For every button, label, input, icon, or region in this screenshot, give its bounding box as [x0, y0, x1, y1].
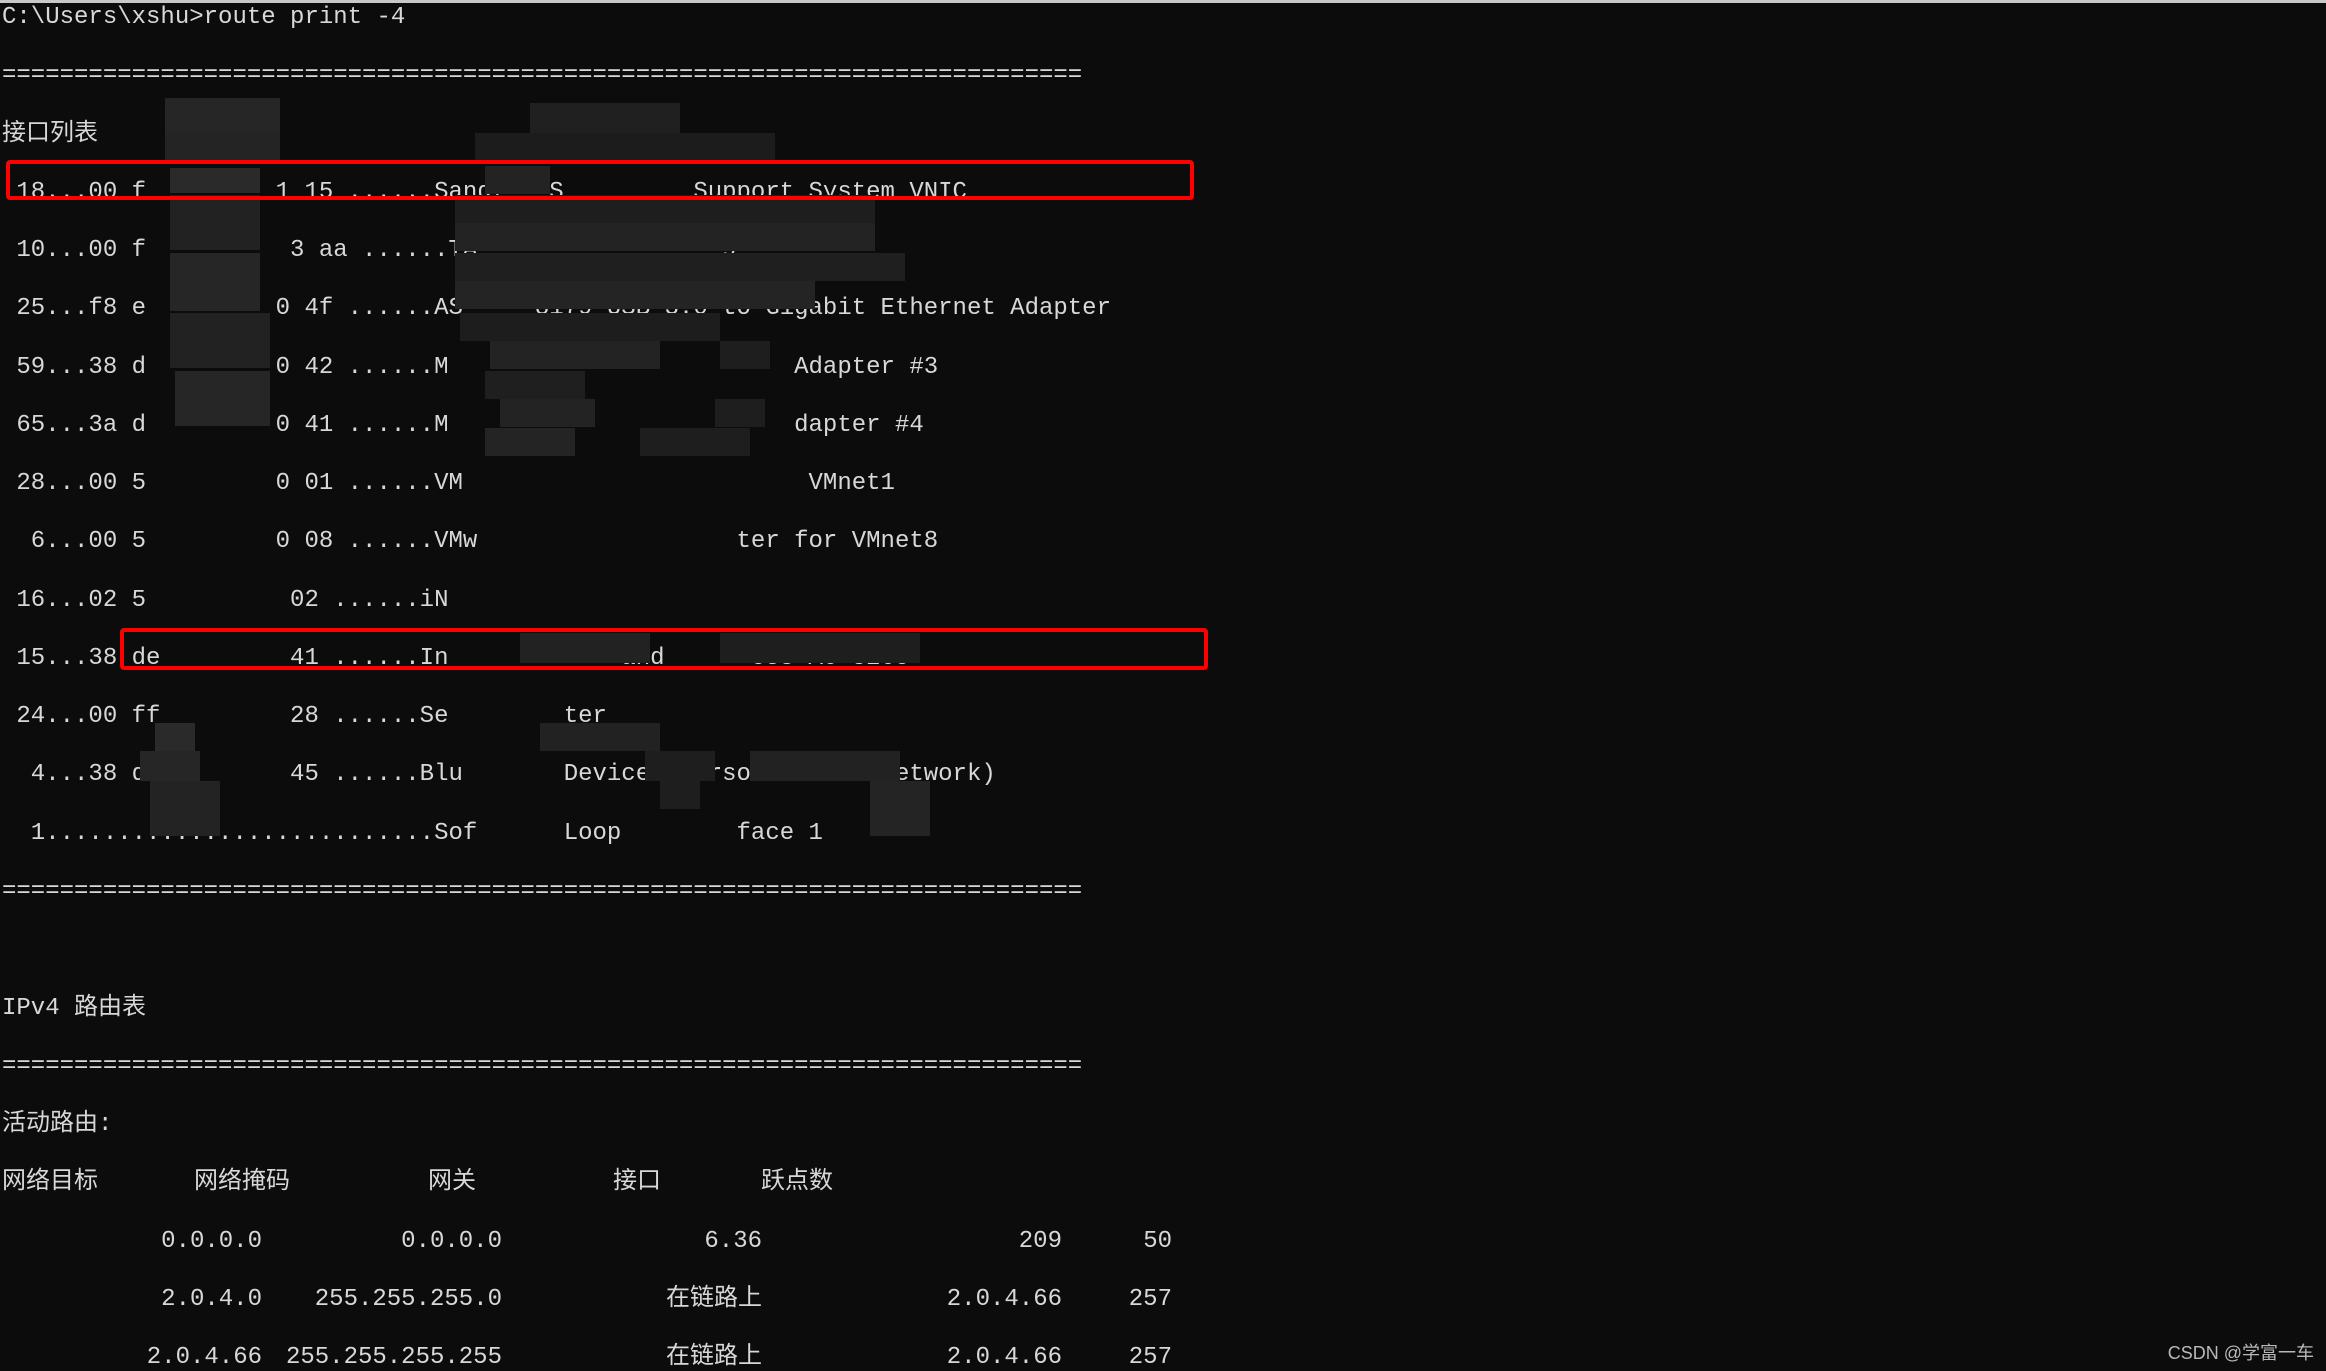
header-iface: 接口	[552, 1168, 722, 1197]
blank-line	[2, 935, 2326, 964]
obfuscation-block	[150, 781, 220, 836]
obfuscation-block	[175, 371, 270, 426]
route-row: 0.0.0.00.0.0.06.3620950	[2, 1227, 2326, 1256]
obfuscation-block	[540, 723, 660, 751]
obfuscation-block	[165, 133, 280, 163]
route-row: 2.0.4.66255.255.255.255在链路上2.0.4.66257	[2, 1343, 2326, 1371]
separator: ========================================…	[2, 877, 2326, 906]
interface-list-header: 接口列表	[2, 120, 2326, 149]
obfuscation-block	[155, 723, 195, 751]
obfuscation-block	[530, 103, 680, 133]
obfuscation-block	[500, 399, 595, 427]
header-mask: 网络掩码	[132, 1168, 352, 1197]
obfuscation-block	[140, 751, 200, 781]
header-dest: 网络目标	[2, 1168, 132, 1197]
header-metric: 跃点数	[722, 1168, 872, 1197]
ipv4-title: IPv4 路由表	[2, 994, 2326, 1023]
interface-row: 6...00 5 0 08 ......VMw ter for VMnet8	[2, 527, 2326, 556]
obfuscation-block	[460, 313, 720, 341]
terminal-window[interactable]: C:\Users\xshu>route print -4 ===========…	[0, 0, 2326, 1371]
interface-row: 24...00 ff 28 ......Se ter	[2, 702, 2326, 731]
obfuscation-block	[455, 223, 875, 251]
interface-row: 1...........................Sof Loop fac…	[2, 819, 2326, 848]
obfuscation-block	[455, 281, 815, 309]
route-header: 网络目标网络掩码网关接口跃点数	[2, 1168, 2326, 1197]
obfuscation-block	[645, 751, 715, 781]
separator: ========================================…	[2, 61, 2326, 90]
interface-row: 25...f8 e 0 4f ......AS 8179 USB 3.0 to …	[2, 294, 2326, 323]
obfuscation-block	[750, 751, 900, 781]
interface-row: 59...38 d 0 42 ......M Adapter #3	[2, 353, 2326, 382]
separator: ========================================…	[2, 1052, 2326, 1081]
interface-row: 65...3a d 0 41 ......M dapter #4	[2, 411, 2326, 440]
obfuscation-block	[720, 341, 770, 369]
prompt-line: C:\Users\xshu>route print -4	[2, 3, 2326, 32]
active-routes-label: 活动路由:	[2, 1110, 2326, 1139]
interface-row: 16...02 5 02 ......iN	[2, 586, 2326, 615]
obfuscation-block	[170, 253, 260, 311]
obfuscation-block	[870, 781, 930, 836]
interface-row: 4...38 de a 45 ......Blu Device (Persona…	[2, 760, 2326, 789]
obfuscation-block	[455, 253, 905, 281]
obfuscation-block	[485, 371, 585, 399]
obfuscation-block	[660, 781, 700, 809]
watermark: CSDN @学富一车	[2168, 1343, 2314, 1365]
obfuscation-block	[640, 428, 750, 456]
obfuscation-block	[715, 399, 765, 427]
interface-row: 28...00 5 0 01 ......VM VMnet1	[2, 469, 2326, 498]
route-row: 2.0.4.0255.255.255.0在链路上2.0.4.66257	[2, 1285, 2326, 1314]
obfuscation-block	[475, 133, 775, 163]
interface-row: 10...00 f 3 aa ......TA 9	[2, 236, 2326, 265]
highlight-box-route	[120, 628, 1208, 670]
obfuscation-block	[490, 341, 660, 369]
terminal-output: C:\Users\xshu>route print -4 ===========…	[0, 3, 2326, 1371]
highlight-box-interface	[6, 160, 1194, 200]
header-gateway: 网关	[352, 1168, 552, 1197]
obfuscation-block	[165, 98, 280, 138]
obfuscation-block	[170, 195, 260, 250]
obfuscation-block	[485, 428, 575, 456]
obfuscation-block	[170, 313, 270, 368]
